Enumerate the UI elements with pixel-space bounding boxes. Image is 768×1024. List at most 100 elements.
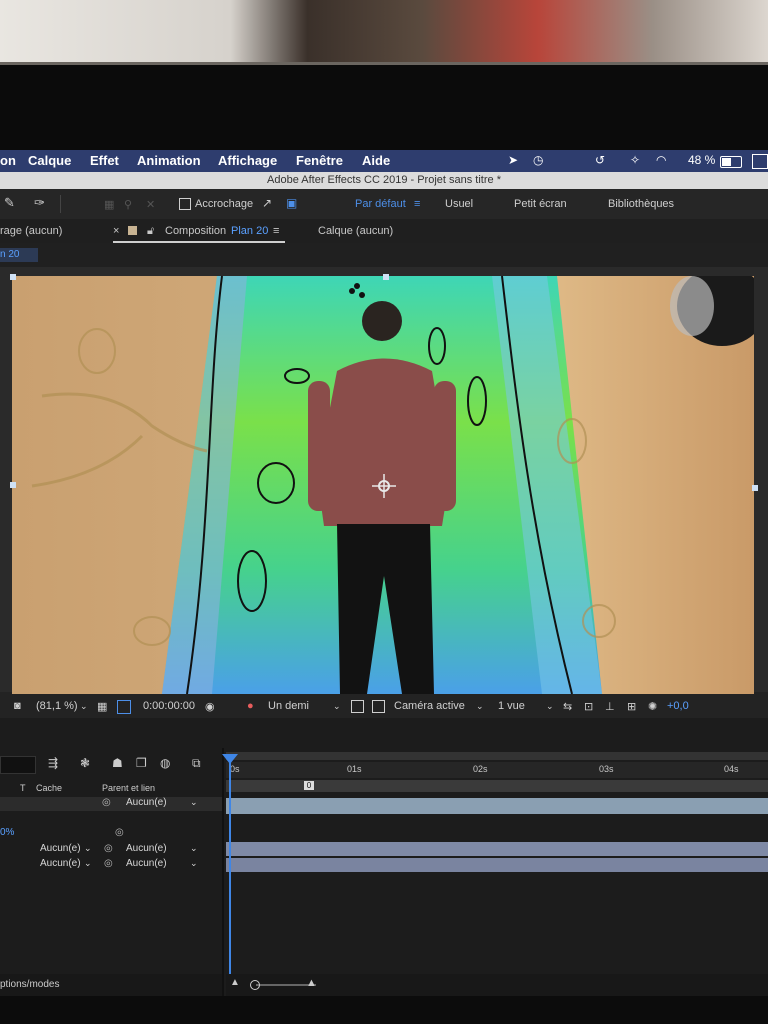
laptop-screen: on Calque Effet Animation Affichage Fenê… [0, 150, 768, 996]
menu-item-fenetre[interactable]: Fenêtre [296, 153, 343, 168]
pickwhip-icon[interactable]: ◎ [115, 827, 124, 838]
3d-view-icon[interactable] [372, 700, 385, 713]
chevron-down-icon[interactable]: ⌄ [190, 843, 198, 854]
handle-left[interactable] [10, 482, 16, 488]
chevron-down-icon[interactable]: ⌄ [84, 843, 92, 854]
layer-row[interactable]: ◎ Aucun(e) ⌄ [0, 797, 222, 811]
composition-name[interactable]: Plan 20 [231, 225, 268, 237]
menu-item-aide[interactable]: Aide [362, 153, 390, 168]
pickwhip-icon[interactable]: ◎ [104, 843, 113, 854]
composition-viewer[interactable] [0, 267, 768, 694]
chevron-down-icon[interactable]: ⌄ [190, 797, 198, 808]
panel-menu-icon[interactable]: ≡ [273, 225, 279, 237]
playhead[interactable] [229, 754, 231, 996]
graph-editor-icon[interactable]: ⧉ [192, 756, 201, 771]
chevron-down-icon[interactable]: ⌄ [84, 858, 92, 869]
layer-row[interactable]: Aucun(e) ⌄ ◎ Aucun(e) ⌄ [0, 843, 222, 857]
comp-mini-flowchart-icon[interactable]: ⇶ [48, 756, 58, 770]
shy-icon[interactable]: ☗ [112, 756, 123, 770]
timecode-display[interactable]: 0:00:00:00 [143, 700, 195, 712]
location-icon[interactable]: ➤ [508, 153, 518, 167]
comp-breadcrumb[interactable]: n 20 [0, 248, 38, 262]
resolution-select[interactable]: Un demi [268, 700, 309, 712]
col-t-header: T [20, 783, 26, 793]
layer-panel-tab[interactable]: Calque (aucun) [318, 225, 393, 237]
layer-bar[interactable] [226, 798, 768, 814]
workspace-standard[interactable]: Usuel [445, 198, 473, 210]
draft-3d-icon[interactable]: ❃ [80, 756, 90, 770]
lock-icon[interactable]: 🔓︎ [147, 225, 154, 238]
menu-item-calque[interactable]: Calque [28, 153, 71, 168]
handle-top[interactable] [383, 274, 389, 280]
property-percent[interactable]: 0% [0, 827, 14, 838]
comp-frame[interactable] [12, 276, 754, 694]
time-ruler[interactable]: 0s 01s 02s 03s 04s [226, 762, 768, 778]
snapshot-icon[interactable]: ◉ [205, 700, 215, 713]
handle-top-left[interactable] [10, 274, 16, 280]
menu-item-affichage[interactable]: Affichage [218, 153, 277, 168]
layer-row[interactable]: Aucun(e) ⌄ ◎ Aucun(e) ⌄ [0, 858, 222, 872]
snapping-checkbox[interactable] [179, 198, 191, 210]
chevron-down-icon[interactable]: ⌄ [333, 701, 341, 712]
region-icon[interactable] [117, 700, 131, 714]
chevron-down-icon[interactable]: ⌄ [80, 701, 88, 712]
pin-tool-icon[interactable]: ✑ [34, 195, 45, 211]
zoom-in-icon[interactable]: ▲ [306, 977, 317, 989]
menu-item-partial[interactable]: on [0, 153, 16, 168]
snap-options-icon[interactable]: ▣ [286, 196, 297, 210]
mask-icon[interactable]: ◙ [14, 700, 21, 712]
composition-label: Composition [165, 225, 227, 237]
toggle-switches-modes[interactable]: ptions/modes [0, 979, 59, 990]
workspace-menu-icon[interactable]: ≡ [414, 198, 420, 210]
close-tab-icon[interactable]: × [113, 225, 119, 237]
timeline-icon[interactable]: ⊞ [627, 700, 636, 713]
puppet-tool-icon[interactable]: ✎ [4, 195, 15, 211]
zoom-out-icon[interactable]: ▲ [230, 977, 240, 988]
frame-blend-icon[interactable]: ❐ [136, 756, 147, 770]
time-machine-icon[interactable]: ↺ [595, 153, 605, 167]
fast-preview-icon[interactable]: ⊡ [584, 700, 593, 713]
reset-exposure-icon[interactable]: ✺ [648, 700, 657, 713]
parent-select[interactable]: Aucun(e) [126, 858, 167, 869]
channels-icon[interactable]: ● [247, 700, 254, 712]
work-area-bar[interactable] [226, 752, 768, 760]
layer-bar[interactable] [226, 858, 768, 872]
wifi-icon[interactable]: ◠ [656, 153, 666, 167]
camera-select[interactable]: Caméra active [394, 700, 465, 712]
timeline-search-field[interactable] [0, 756, 36, 774]
transparency-grid-icon[interactable] [351, 700, 364, 713]
pickwhip-icon[interactable]: ◎ [104, 858, 113, 869]
exposure-value[interactable]: +0,0 [667, 700, 689, 712]
flowchart-icon[interactable]: ⊥ [605, 700, 615, 713]
handle-right[interactable] [752, 485, 758, 491]
snap-icon[interactable]: ↗ [262, 196, 272, 210]
parent-select[interactable]: Aucun(e) [126, 797, 167, 808]
workspace-default[interactable]: Par défaut [355, 198, 406, 210]
workspace-small-screen[interactable]: Petit écran [514, 198, 567, 210]
menu-item-effet[interactable]: Effet [90, 153, 119, 168]
workspace-libraries[interactable]: Bibliothèques [608, 198, 674, 210]
views-select[interactable]: 1 vue [498, 700, 525, 712]
layer-bar[interactable] [226, 842, 768, 856]
parent-select[interactable]: Aucun(e) [126, 843, 167, 854]
pickwhip-icon[interactable]: ◎ [102, 797, 111, 808]
menu-item-animation[interactable]: Animation [137, 153, 201, 168]
timer-icon[interactable]: ◷ [533, 153, 543, 167]
track-matte-select[interactable]: Aucun(e) [40, 843, 81, 854]
footage-panel-tab[interactable]: rage (aucun) [0, 225, 62, 237]
marker-bar[interactable]: 0 [226, 780, 768, 792]
track-matte-select[interactable]: Aucun(e) [40, 858, 81, 869]
chevron-down-icon[interactable]: ⌄ [190, 858, 198, 869]
timeline-panel[interactable]: ⇶ ❃ ☗ ❐ ◍ ⧉ T Cache Parent et lien ◎ Auc… [0, 718, 768, 996]
toggle-pixel-icon[interactable]: ⇆ [563, 700, 572, 713]
motion-blur-icon[interactable]: ◍ [160, 756, 170, 770]
battery-icon[interactable] [720, 156, 742, 168]
bluetooth-icon[interactable]: ✧ [630, 153, 640, 167]
chevron-down-icon[interactable]: ⌄ [476, 701, 484, 712]
chevron-down-icon[interactable]: ⌄ [546, 701, 554, 712]
comp-marker[interactable]: 0 [304, 781, 314, 790]
grid-icon[interactable]: ▦ [97, 700, 107, 713]
menu-extra-icon[interactable] [752, 154, 768, 169]
zoom-slider-knob[interactable] [250, 980, 260, 990]
zoom-select[interactable]: (81,1 %) [36, 700, 78, 712]
